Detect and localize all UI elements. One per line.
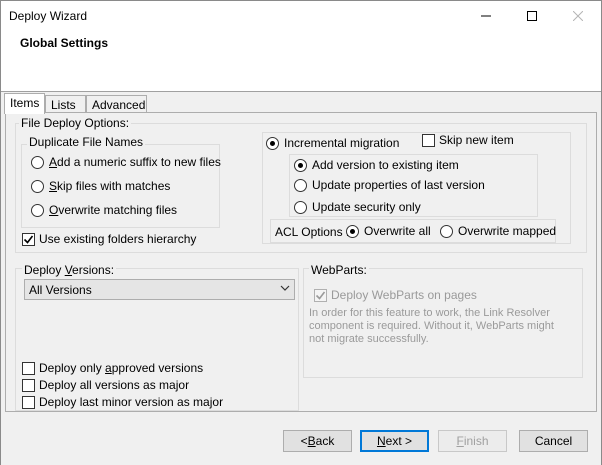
checkbox-deploy-all-major[interactable]: Deploy all versions as major	[22, 378, 189, 392]
duplicate-file-names-label: Duplicate File Names	[27, 135, 146, 149]
checkbox-skip-new-item[interactable]: Skip new item	[422, 133, 514, 147]
radio-button[interactable]	[31, 179, 44, 193]
checkbox[interactable]	[314, 288, 327, 302]
radio-label: Overwrite all	[364, 224, 431, 238]
radio-update-properties[interactable]: Update properties of last version	[294, 178, 485, 192]
webparts-note: In order for this feature to work, the L…	[309, 307, 554, 345]
back-button[interactable]: < Back	[283, 430, 352, 452]
radio-add-numeric-suffix[interactable]: Add a numeric suffix to new files	[31, 155, 221, 169]
checkbox-label: Deploy last minor version as major	[39, 395, 224, 409]
checkbox[interactable]	[22, 232, 35, 246]
deploy-versions-select[interactable]: All Versions	[24, 279, 295, 300]
radio-update-security[interactable]: Update security only	[294, 200, 421, 214]
radio-label: Incremental migration	[284, 136, 400, 150]
checkbox-deploy-last-minor[interactable]: Deploy last minor version as major	[22, 395, 223, 409]
tab-items[interactable]: Items	[4, 93, 45, 114]
checkbox-deploy-approved[interactable]: Deploy only approved versions	[22, 361, 203, 375]
page-title: Global Settings	[20, 36, 109, 50]
radio-label: Add a numeric suffix to new files	[49, 155, 221, 169]
close-icon	[573, 11, 583, 21]
close-button[interactable]	[555, 1, 601, 31]
title-bar[interactable]: Deploy Wizard	[1, 1, 601, 31]
cancel-button[interactable]: Cancel	[519, 430, 588, 452]
radio-label: Update properties of last version	[312, 178, 485, 192]
window-title: Deploy Wizard	[9, 9, 88, 23]
radio-overwrite-matching[interactable]: Overwrite matching files	[31, 203, 177, 217]
wizard-body: Items Lists Advanced File Deploy Options…	[1, 91, 601, 465]
radio-label: Add version to existing item	[312, 158, 459, 172]
select-value: All Versions	[29, 283, 92, 297]
checkbox-deploy-webparts[interactable]: Deploy WebParts on pages	[314, 288, 477, 302]
radio-button[interactable]	[346, 224, 359, 238]
radio-overwrite-mapped[interactable]: Overwrite mapped	[440, 224, 556, 238]
maximize-icon	[527, 11, 537, 21]
radio-button[interactable]	[294, 200, 307, 214]
radio-incremental-migration[interactable]: Incremental migration	[266, 136, 402, 150]
radio-button[interactable]	[294, 158, 307, 172]
radio-button[interactable]	[31, 203, 44, 217]
checkmark-icon	[23, 235, 34, 244]
checkbox-label: Deploy WebParts on pages	[331, 288, 477, 302]
radio-overwrite-all[interactable]: Overwrite all	[346, 224, 431, 238]
acl-options-label: ACL Options :	[275, 225, 350, 239]
webparts-label: WebParts:	[309, 263, 369, 277]
next-button[interactable]: Next >	[360, 430, 429, 452]
checkbox-label: Deploy only approved versions	[39, 361, 204, 375]
tab-advanced[interactable]: Advanced	[86, 95, 147, 113]
checkmark-icon	[315, 291, 326, 300]
radio-button[interactable]	[440, 224, 453, 238]
radio-label: Overwrite matching files	[49, 203, 178, 217]
minimize-button[interactable]	[463, 1, 509, 31]
checkbox-label: Use existing folders hierarchy	[39, 232, 197, 246]
radio-skip-files[interactable]: Skip files with matches	[31, 179, 170, 193]
checkbox[interactable]	[22, 395, 35, 409]
file-deploy-options-label: File Deploy Options:	[19, 116, 132, 130]
radio-add-version[interactable]: Add version to existing item	[294, 158, 459, 172]
checkbox-label: Skip new item	[439, 133, 514, 147]
deploy-versions-label: Deploy Versions:	[22, 263, 117, 277]
checkbox[interactable]	[422, 133, 435, 147]
checkbox[interactable]	[22, 361, 35, 375]
radio-label: Update security only	[312, 200, 421, 214]
radio-button[interactable]	[266, 136, 279, 150]
finish-button[interactable]: Finish	[438, 430, 507, 452]
radio-button[interactable]	[31, 155, 44, 169]
minimize-icon	[481, 15, 491, 17]
radio-label: Overwrite mapped	[458, 224, 557, 238]
tab-page-items: File Deploy Options: Duplicate File Name…	[5, 112, 597, 412]
checkbox-label: Deploy all versions as major	[39, 378, 190, 392]
chevron-down-icon	[280, 285, 290, 291]
radio-label: Skip files with matches	[49, 179, 171, 193]
wizard-header: Global Settings	[1, 31, 601, 91]
checkbox-use-existing-folders[interactable]: Use existing folders hierarchy	[22, 232, 196, 246]
checkbox[interactable]	[22, 378, 35, 392]
tab-lists[interactable]: Lists	[45, 95, 86, 113]
maximize-button[interactable]	[509, 1, 555, 31]
deploy-wizard-window: Deploy Wizard Global Settings Items List…	[0, 0, 602, 465]
radio-button[interactable]	[294, 178, 307, 192]
